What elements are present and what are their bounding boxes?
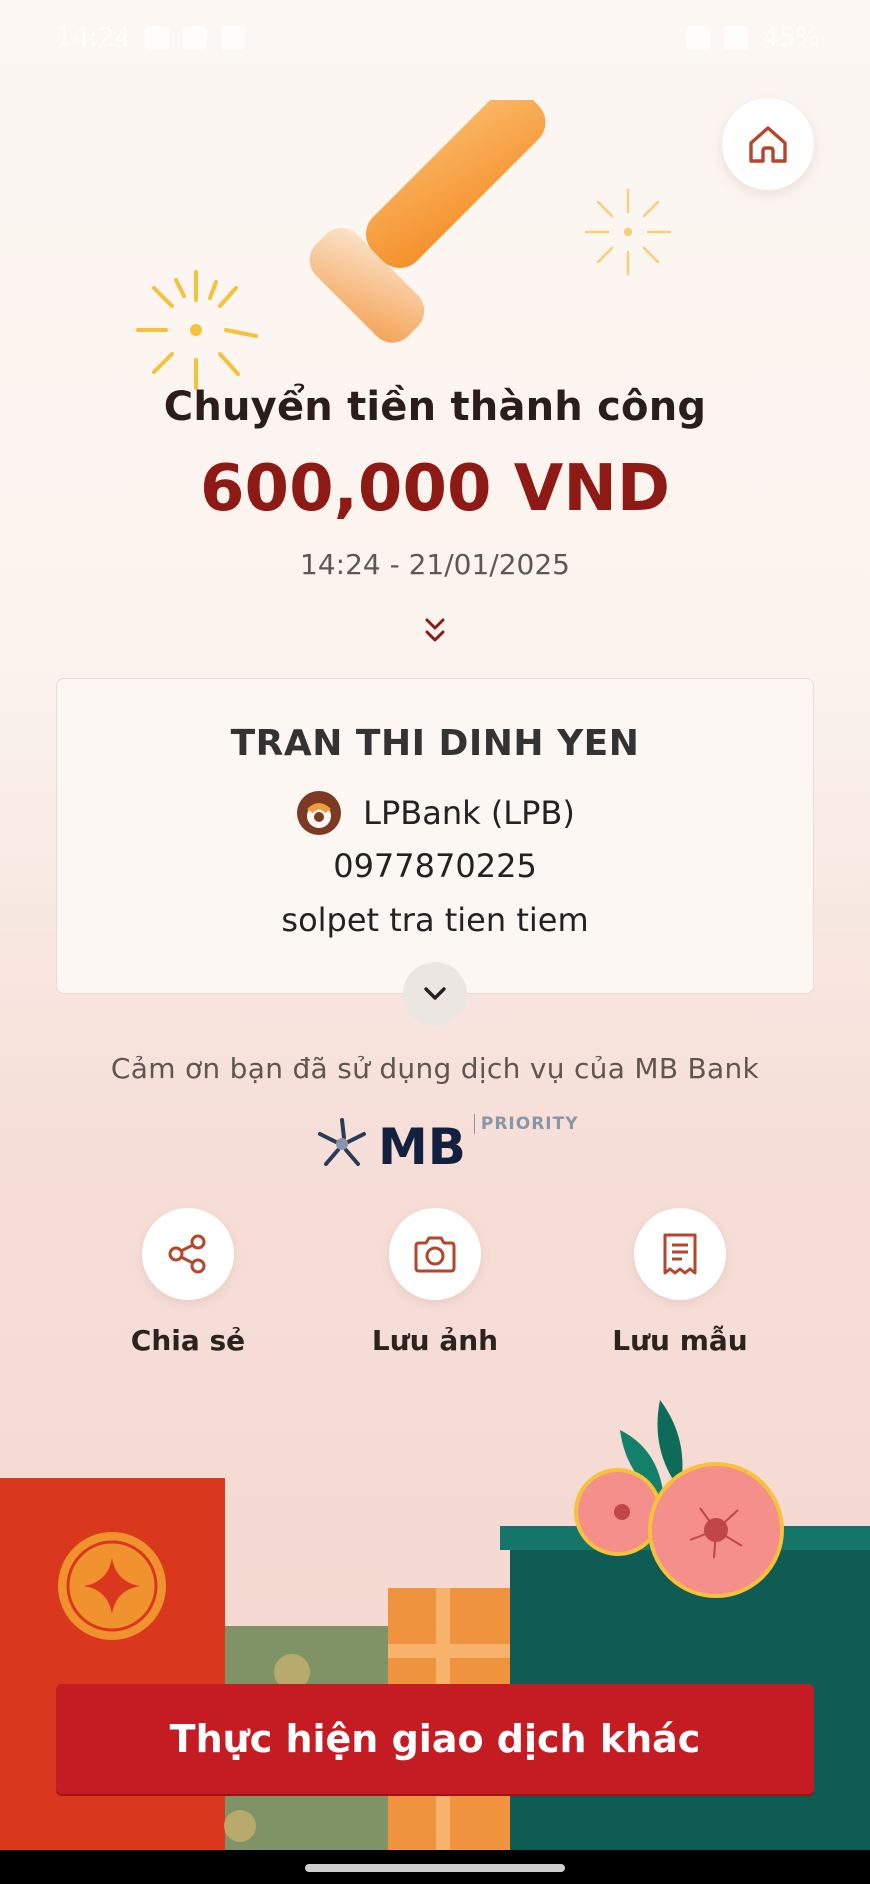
transfer-datetime: 14:24 - 21/01/2025: [300, 548, 570, 581]
recipient-card: TRAN THI DINH YEN LPBank (LPB) 097787022…: [56, 678, 814, 994]
thank-you-message: Cảm ơn bạn đã sử dụng dịch vụ của MB Ban…: [110, 1052, 760, 1085]
wifi-icon: [724, 26, 749, 50]
camera-icon: [414, 1236, 456, 1273]
save-image-label: Lưu ảnh: [371, 1324, 499, 1357]
firework-left: [136, 270, 258, 390]
transfer-memo: solpet tra tien tiem: [281, 901, 589, 939]
priority-label: PRIORITY: [473, 1114, 579, 1134]
lpbank-logo-icon: [297, 791, 342, 835]
save-image-action[interactable]: Lưu ảnh: [345, 1208, 525, 1357]
double-chevron-down-icon[interactable]: [420, 614, 450, 648]
new-transaction-button[interactable]: Thực hiện giao dịch khác: [56, 1684, 814, 1794]
receipt-icon: [663, 1233, 697, 1275]
share-icon: [168, 1234, 206, 1274]
share-label: Chia sẻ: [130, 1324, 246, 1357]
mb-priority-logo: MB PRIORITY: [314, 1112, 579, 1172]
share-action[interactable]: Chia sẻ: [98, 1208, 278, 1357]
firework-right: [584, 188, 672, 276]
battery-level: 45%: [762, 23, 820, 53]
mb-star-icon: [318, 1118, 366, 1166]
mb-brand-text: MB: [378, 1118, 466, 1176]
card-expand-button[interactable]: [403, 962, 467, 1026]
save-template-label: Lưu mẫu: [612, 1324, 748, 1357]
bank-name: LPBank (LPB): [363, 794, 575, 832]
checkmark-long-stroke: [365, 100, 546, 269]
home-gesture-handle[interactable]: [305, 1864, 565, 1872]
status-time: 14:24: [56, 23, 131, 53]
action-row: Chia sẻ Lưu ảnh Lưu mẫu: [0, 1208, 870, 1368]
transfer-amount: 600,000 VND: [200, 452, 670, 526]
save-template-action[interactable]: Lưu mẫu: [590, 1208, 770, 1357]
success-illustration: [136, 100, 672, 390]
notification-icon: [144, 26, 169, 50]
bank-row: LPBank (LPB): [57, 789, 813, 837]
status-bar: 14:24 45%: [0, 0, 870, 76]
chevron-down-icon: [424, 987, 446, 1000]
app-icon: [220, 26, 245, 50]
account-number: 0977870225: [333, 847, 537, 885]
message-icon: [182, 26, 207, 50]
recipient-name: TRAN THI DINH YEN: [230, 723, 640, 764]
alarm-icon: [686, 26, 711, 50]
transfer-status-title: Chuyển tiền thành công: [163, 384, 707, 430]
